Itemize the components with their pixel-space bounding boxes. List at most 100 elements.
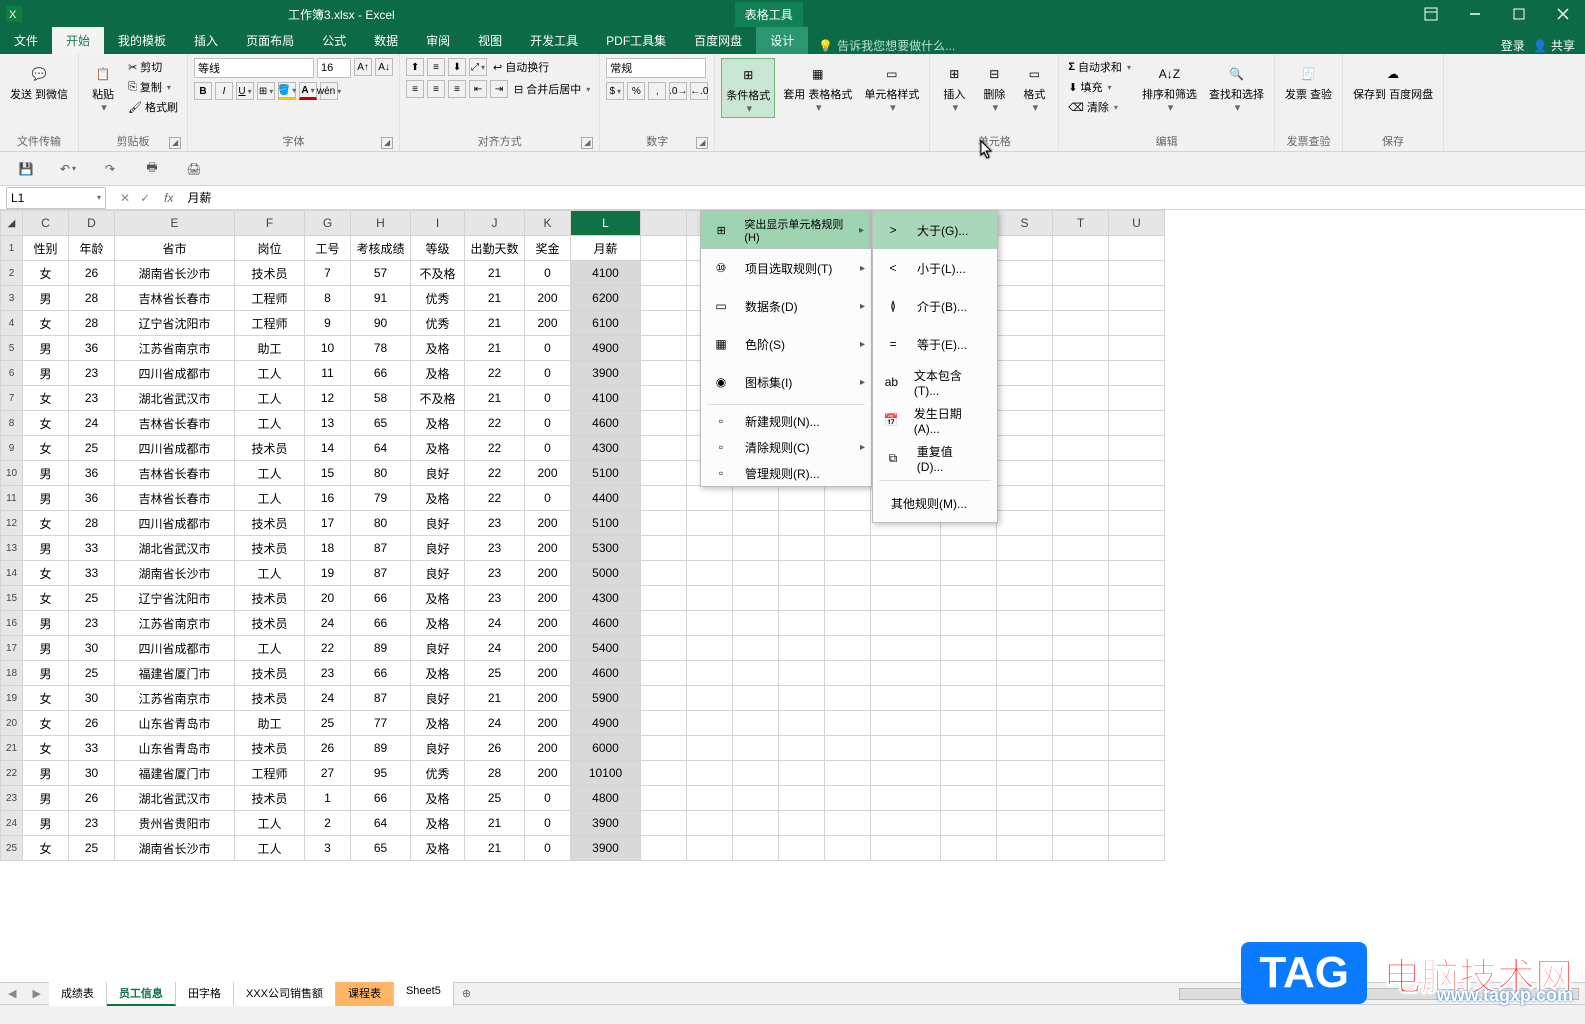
cut-button[interactable]: ✂剪切	[125, 58, 181, 76]
cell[interactable]	[1053, 511, 1109, 536]
cell[interactable]: 湖南省长沙市	[115, 561, 235, 586]
italic-button[interactable]: I	[215, 82, 233, 100]
cell[interactable]	[687, 811, 733, 836]
menu-item[interactable]: ▫清除规则(C)▸	[701, 434, 871, 460]
row-header[interactable]: 12	[1, 511, 23, 536]
tab-dev[interactable]: 开发工具	[516, 27, 592, 54]
cell[interactable]	[1053, 236, 1109, 261]
cell[interactable]: 不及格	[411, 261, 465, 286]
cell[interactable]: 男	[23, 486, 69, 511]
cell[interactable]	[825, 761, 871, 786]
menu-item[interactable]: ◉图标集(I)▸	[701, 363, 871, 401]
cell[interactable]: 山东省青岛市	[115, 736, 235, 761]
cell[interactable]: 77	[351, 711, 411, 736]
cell[interactable]	[1053, 561, 1109, 586]
cell[interactable]: 26	[69, 711, 115, 736]
cell[interactable]	[871, 711, 941, 736]
cell[interactable]: 25	[465, 661, 525, 686]
login-button[interactable]: 登录	[1501, 37, 1525, 54]
cell[interactable]: 工程师	[235, 311, 305, 336]
cell[interactable]	[871, 811, 941, 836]
cell[interactable]: 23	[69, 361, 115, 386]
cell[interactable]: 男	[23, 811, 69, 836]
cell[interactable]	[997, 461, 1053, 486]
cell[interactable]: 23	[69, 611, 115, 636]
cell[interactable]	[1053, 661, 1109, 686]
cell[interactable]: 4900	[571, 711, 641, 736]
cell[interactable]: 66	[351, 361, 411, 386]
cell[interactable]: 21	[465, 386, 525, 411]
col-header[interactable]: H	[351, 211, 411, 236]
cell[interactable]	[1109, 536, 1165, 561]
dialog-launcher[interactable]: ◢	[169, 137, 181, 149]
cell[interactable]	[1053, 336, 1109, 361]
cell[interactable]	[941, 786, 997, 811]
row-header[interactable]: 17	[1, 636, 23, 661]
submenu-item[interactable]: >大于(G)...	[873, 211, 997, 249]
tab-pdf[interactable]: PDF工具集	[592, 27, 680, 54]
cell[interactable]: 87	[351, 686, 411, 711]
cell[interactable]: 13	[305, 411, 351, 436]
cell[interactable]	[779, 586, 825, 611]
sheet-tab[interactable]: 成绩表	[49, 982, 107, 1006]
cell[interactable]: 男	[23, 611, 69, 636]
cell[interactable]	[997, 436, 1053, 461]
cell[interactable]: 女	[23, 386, 69, 411]
tab-baidu[interactable]: 百度网盘	[680, 27, 756, 54]
cell[interactable]: 22	[465, 411, 525, 436]
cell[interactable]: 四川省成都市	[115, 636, 235, 661]
cell[interactable]	[1053, 811, 1109, 836]
cell[interactable]	[1053, 311, 1109, 336]
cell[interactable]: 女	[23, 261, 69, 286]
cell[interactable]: 女	[23, 686, 69, 711]
col-header[interactable]: K	[525, 211, 571, 236]
cell[interactable]: 22	[465, 461, 525, 486]
cell[interactable]	[641, 311, 687, 336]
cell[interactable]: 工人	[235, 811, 305, 836]
cell[interactable]: 22	[465, 361, 525, 386]
cell[interactable]	[779, 486, 825, 511]
cell[interactable]: 及格	[411, 611, 465, 636]
cell[interactable]	[1109, 761, 1165, 786]
cell[interactable]: 200	[525, 611, 571, 636]
cell[interactable]	[997, 286, 1053, 311]
maximize-button[interactable]	[1497, 0, 1541, 28]
cell[interactable]	[997, 661, 1053, 686]
percent-icon[interactable]: %	[627, 82, 645, 100]
cell[interactable]	[641, 436, 687, 461]
cell[interactable]	[997, 311, 1053, 336]
cell[interactable]	[687, 661, 733, 686]
cell[interactable]: 省市	[115, 236, 235, 261]
cell[interactable]	[825, 661, 871, 686]
format-cells-button[interactable]: ▭格式▾	[1016, 58, 1052, 116]
phonetic-button[interactable]: wén▾	[320, 82, 338, 100]
cell[interactable]: 8	[305, 286, 351, 311]
cell[interactable]: 23	[465, 586, 525, 611]
cell[interactable]: 200	[525, 511, 571, 536]
cell[interactable]: 25	[69, 836, 115, 861]
cell[interactable]	[641, 511, 687, 536]
cell[interactable]: 6000	[571, 736, 641, 761]
cell[interactable]: 200	[525, 536, 571, 561]
cell[interactable]: 良好	[411, 736, 465, 761]
cell[interactable]: 及格	[411, 486, 465, 511]
cell[interactable]: 79	[351, 486, 411, 511]
cell[interactable]: 24	[305, 686, 351, 711]
row-header[interactable]: 18	[1, 661, 23, 686]
submenu-item[interactable]: =等于(E)...	[873, 325, 997, 363]
cell[interactable]: 200	[525, 461, 571, 486]
underline-button[interactable]: U▾	[236, 82, 254, 100]
cell[interactable]	[997, 411, 1053, 436]
cell[interactable]	[825, 586, 871, 611]
cell[interactable]	[687, 636, 733, 661]
cell[interactable]	[733, 486, 779, 511]
cell[interactable]: 33	[69, 536, 115, 561]
cell[interactable]: 优秀	[411, 761, 465, 786]
cell[interactable]: 良好	[411, 511, 465, 536]
cell[interactable]	[687, 686, 733, 711]
cell[interactable]	[1053, 261, 1109, 286]
cell[interactable]: 6100	[571, 311, 641, 336]
cell[interactable]	[1109, 786, 1165, 811]
tab-templates[interactable]: 我的模板	[104, 27, 180, 54]
cell[interactable]	[641, 411, 687, 436]
